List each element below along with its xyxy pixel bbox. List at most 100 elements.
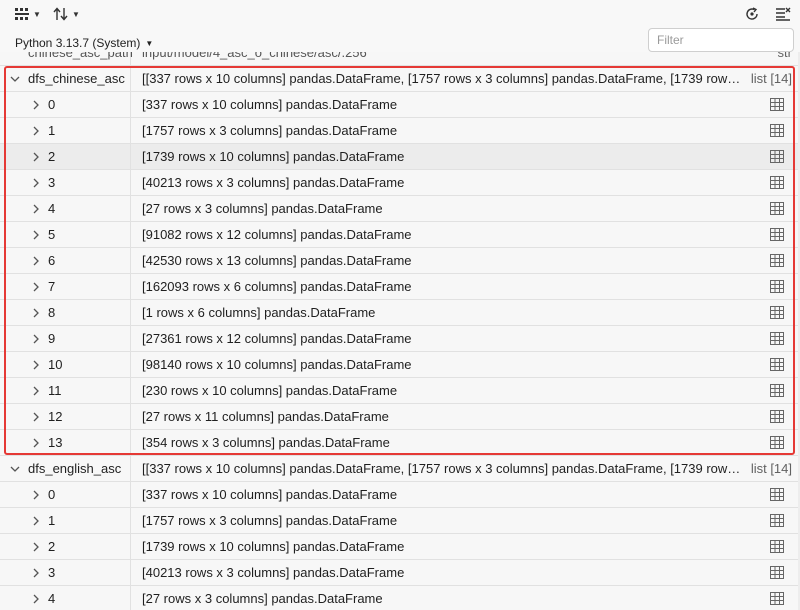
table-view-icon[interactable] <box>770 592 784 605</box>
table-row[interactable]: 1 [1757 rows x 3 columns] pandas.DataFram… <box>0 508 800 534</box>
chevron-right-icon[interactable] <box>30 326 42 351</box>
chevron-down-icon[interactable] <box>9 456 21 481</box>
grid-view-icon <box>15 8 29 20</box>
chevron-right-icon[interactable] <box>30 222 42 247</box>
chevron-right-icon[interactable] <box>30 378 42 403</box>
variables-toolbar: ▼ ▼ <box>0 0 800 28</box>
table-view-icon[interactable] <box>770 488 784 501</box>
refresh-button[interactable] <box>744 4 760 24</box>
table-view-icon[interactable] <box>770 410 784 423</box>
table-view-icon[interactable] <box>770 280 784 293</box>
chevron-right-icon[interactable] <box>30 92 42 117</box>
chevron-down-icon[interactable] <box>9 66 21 91</box>
table-view-icon[interactable] <box>770 228 784 241</box>
sort-button[interactable]: ▼ <box>53 4 80 24</box>
refresh-icon <box>746 7 758 20</box>
table-row[interactable]: 0 [337 rows x 10 columns] pandas.DataFram… <box>0 482 800 508</box>
chevron-right-icon[interactable] <box>30 430 42 455</box>
table-row[interactable]: chinese_asc_path input/model/4_asc_o_chi… <box>0 52 800 66</box>
variable-name: 5 <box>48 227 56 242</box>
filter-input[interactable] <box>648 28 794 52</box>
sort-icon <box>53 7 68 21</box>
variable-name: 13 <box>48 435 63 450</box>
table-row[interactable]: 13 [354 rows x 3 columns] pandas.DataFram… <box>0 430 800 456</box>
table-row[interactable]: 1 [1757 rows x 3 columns] pandas.DataFram… <box>0 118 800 144</box>
table-row[interactable]: 5 [91082 rows x 12 columns] pandas.DataFr… <box>0 222 800 248</box>
name-cell: 4 <box>0 196 131 221</box>
table-row[interactable]: 2 [1739 rows x 10 columns] pandas.DataFra… <box>0 534 800 560</box>
name-cell: 10 <box>0 352 131 377</box>
table-view-icon[interactable] <box>770 384 784 397</box>
table-row[interactable]: 3 [40213 rows x 3 columns] pandas.DataFra… <box>0 560 800 586</box>
table-view-icon[interactable] <box>770 566 784 579</box>
name-cell: 1 <box>0 508 131 533</box>
collapse-all-icon <box>776 7 791 21</box>
table-view-icon[interactable] <box>770 514 784 527</box>
table-view-icon[interactable] <box>770 254 784 267</box>
table-view-icon[interactable] <box>770 176 784 189</box>
table-view-icon[interactable] <box>770 332 784 345</box>
table-row[interactable]: 4 [27 rows x 3 columns] pandas.DataFrame <box>0 196 800 222</box>
variable-value: [1739 rows x 10 columns] pandas.DataFram… <box>142 539 405 554</box>
table-view-icon[interactable] <box>770 306 784 319</box>
chevron-right-icon[interactable] <box>30 300 42 325</box>
table-row[interactable]: dfs_chinese_asc [[337 rows x 10 columns] … <box>0 66 800 92</box>
chevron-right-icon[interactable] <box>30 248 42 273</box>
table-row[interactable]: 7 [162093 rows x 6 columns] pandas.DataFr… <box>0 274 800 300</box>
kernel-selector[interactable]: Python 3.13.7 (System) ▼ <box>15 35 153 51</box>
name-cell: dfs_english_asc <box>0 456 131 481</box>
chevron-right-icon[interactable] <box>30 560 42 585</box>
variable-name: 7 <box>48 279 56 294</box>
name-cell: 8 <box>0 300 131 325</box>
chevron-right-icon[interactable] <box>30 274 42 299</box>
table-row[interactable]: 2 [1739 rows x 10 columns] pandas.DataFra… <box>0 144 800 170</box>
table-view-icon[interactable] <box>770 202 784 215</box>
chevron-right-icon[interactable] <box>30 196 42 221</box>
variable-name: 4 <box>48 591 56 606</box>
variable-value: [27 rows x 3 columns] pandas.DataFrame <box>142 201 383 216</box>
table-row[interactable]: 9 [27361 rows x 12 columns] pandas.DataFr… <box>0 326 800 352</box>
variable-value: [230 rows x 10 columns] pandas.DataFrame <box>142 383 398 398</box>
table-view-icon[interactable] <box>770 150 784 163</box>
chevron-down-icon: ▼ <box>72 9 80 19</box>
name-cell: 12 <box>0 404 131 429</box>
table-row[interactable]: dfs_english_asc [[337 rows x 10 columns] … <box>0 456 800 482</box>
name-cell: 3 <box>0 560 131 585</box>
variable-name: chinese_asc_path <box>28 52 133 60</box>
variable-name: 12 <box>48 409 63 424</box>
variable-value: [27 rows x 11 columns] pandas.DataFrame <box>142 409 389 424</box>
table-row[interactable]: 12 [27 rows x 11 columns] pandas.DataFram… <box>0 404 800 430</box>
table-view-icon[interactable] <box>770 98 784 111</box>
chevron-right-icon[interactable] <box>30 482 42 507</box>
table-row[interactable]: 8 [1 rows x 6 columns] pandas.DataFrame <box>0 300 800 326</box>
chevron-right-icon[interactable] <box>30 586 42 610</box>
chevron-right-icon[interactable] <box>30 118 42 143</box>
variable-value: [162093 rows x 6 columns] pandas.DataFra… <box>142 279 412 294</box>
chevron-right-icon[interactable] <box>30 508 42 533</box>
variable-name: 8 <box>48 305 56 320</box>
table-row[interactable]: 11 [230 rows x 10 columns] pandas.DataFra… <box>0 378 800 404</box>
table-row[interactable]: 10 [98140 rows x 10 columns] pandas.DataF… <box>0 352 800 378</box>
table-view-icon[interactable] <box>770 124 784 137</box>
variable-value: [27361 rows x 12 columns] pandas.DataFra… <box>142 331 412 346</box>
table-view-icon[interactable] <box>770 436 784 449</box>
table-row[interactable]: 0 [337 rows x 10 columns] pandas.DataFram… <box>0 92 800 118</box>
variable-value: [354 rows x 3 columns] pandas.DataFrame <box>142 435 390 450</box>
table-view-icon[interactable] <box>770 540 784 553</box>
chevron-right-icon[interactable] <box>30 352 42 377</box>
collapse-all-button[interactable] <box>775 4 791 24</box>
name-cell: 2 <box>0 144 131 169</box>
variable-name: 1 <box>48 513 56 528</box>
table-view-icon[interactable] <box>770 358 784 371</box>
chevron-right-icon[interactable] <box>30 404 42 429</box>
name-cell: 1 <box>0 118 131 143</box>
grid-view-button[interactable]: ▼ <box>14 4 41 24</box>
name-cell: 0 <box>0 482 131 507</box>
table-row[interactable]: 6 [42530 rows x 13 columns] pandas.DataFr… <box>0 248 800 274</box>
table-row[interactable]: 4 [27 rows x 3 columns] pandas.DataFrame <box>0 586 800 610</box>
name-cell: 0 <box>0 92 131 117</box>
chevron-right-icon[interactable] <box>30 144 42 169</box>
chevron-right-icon[interactable] <box>30 534 42 559</box>
chevron-right-icon[interactable] <box>30 170 42 195</box>
table-row[interactable]: 3 [40213 rows x 3 columns] pandas.DataFra… <box>0 170 800 196</box>
